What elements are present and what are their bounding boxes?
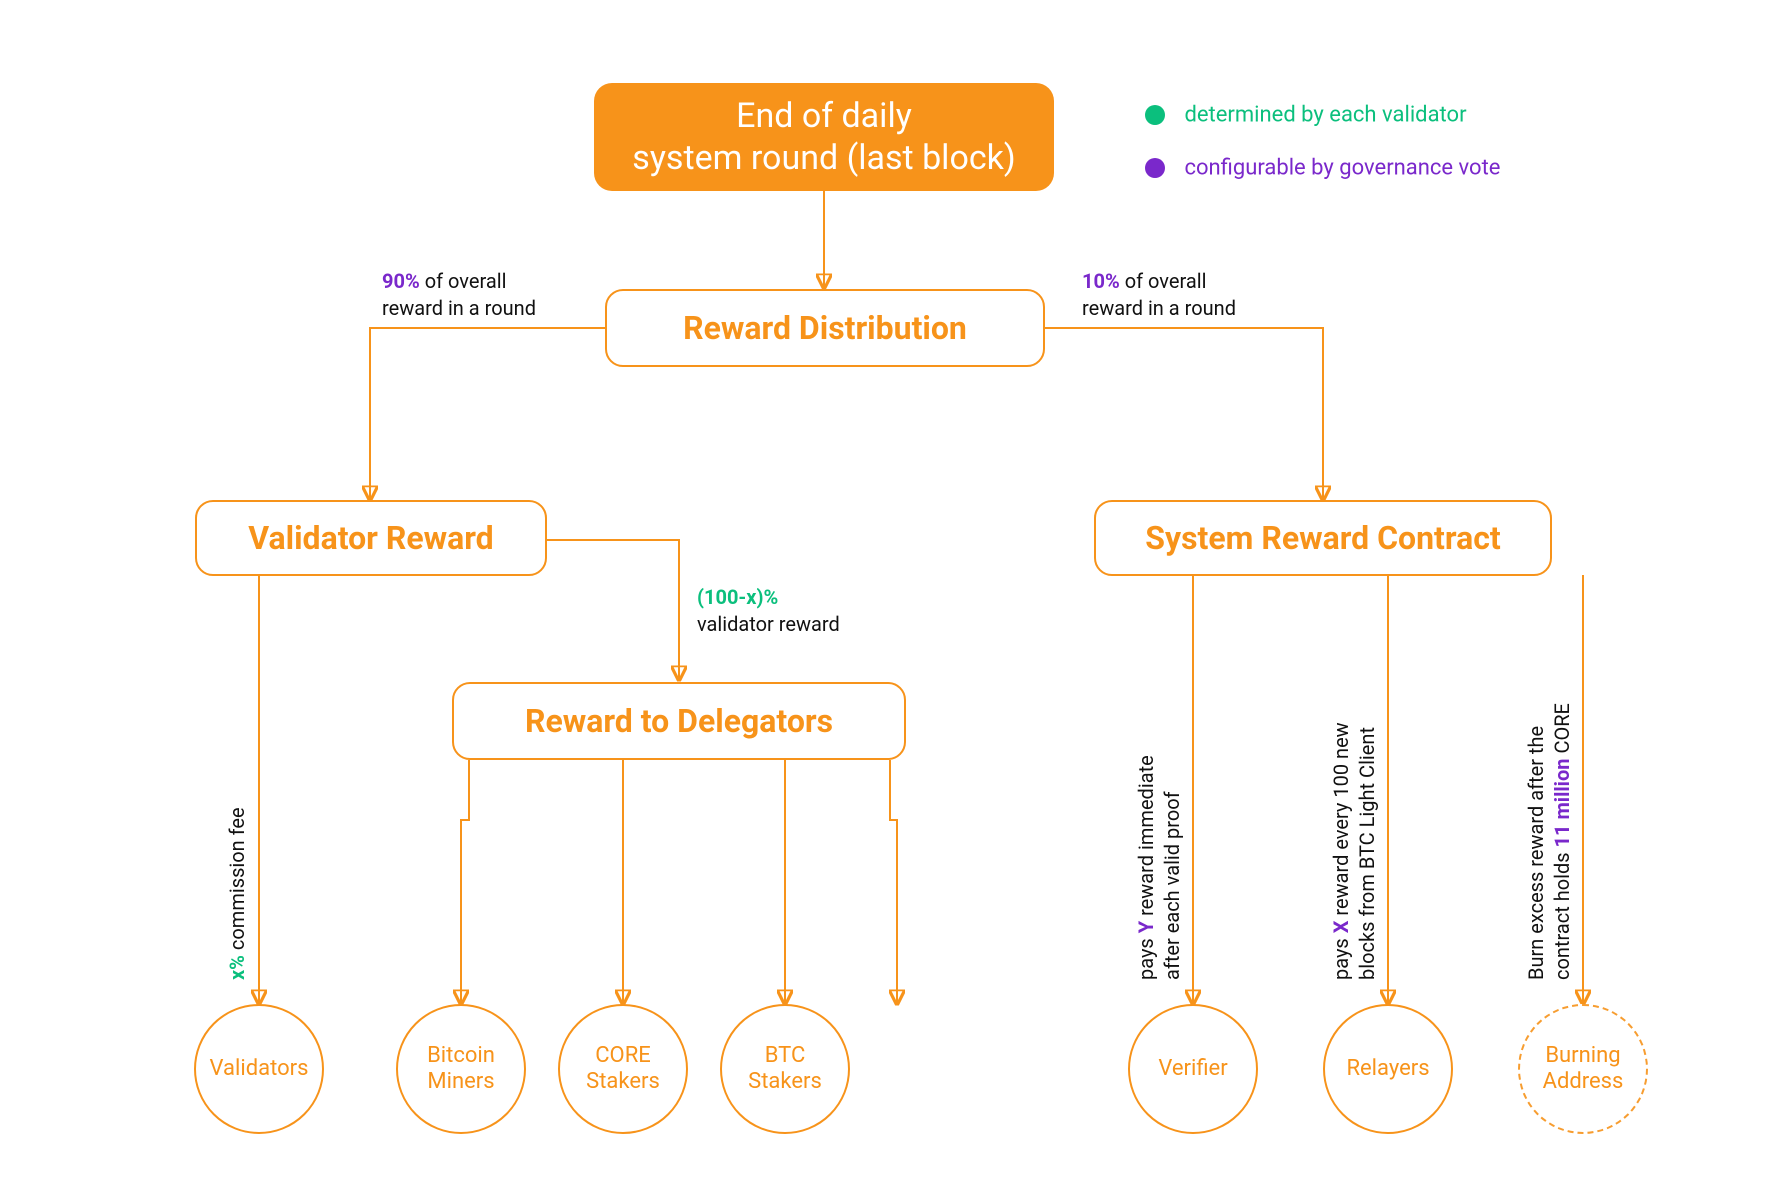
relayers-circle: Relayers (1323, 1004, 1453, 1134)
legend-purple-text: configurable by governance vote (1184, 156, 1500, 181)
legend-green: determined by each validator (1145, 102, 1467, 128)
burning-address-circle: Burning Address (1518, 1004, 1648, 1134)
commission-fee-label: x% commission fee (224, 807, 250, 980)
pct90-label: 90% of overall reward in a round (382, 268, 536, 322)
btc-stakers-circle: BTC Stakers (720, 1004, 850, 1134)
legend-purple: configurable by governance vote (1145, 155, 1500, 181)
core-stakers-circle: CORE Stakers (558, 1004, 688, 1134)
delegator-split-label: (100-x)% validator reward (697, 584, 840, 638)
verifier-label: pays Y reward immediate after each valid… (1133, 755, 1185, 980)
legend-green-text: determined by each validator (1184, 103, 1466, 128)
reward-to-delegators-node: Reward to Delegators (452, 682, 906, 760)
burning-label: Burn excess reward after the contract ho… (1523, 703, 1575, 980)
system-reward-contract-node: System Reward Contract (1094, 500, 1552, 576)
bitcoin-miners-circle: Bitcoin Miners (396, 1004, 526, 1134)
reward-distribution-node: Reward Distribution (605, 289, 1045, 367)
validators-circle: Validators (194, 1004, 324, 1134)
verifier-circle: Verifier (1128, 1004, 1258, 1134)
pct10-label: 10% of overall reward in a round (1082, 268, 1236, 322)
purple-dot-icon (1145, 158, 1165, 178)
validator-reward-node: Validator Reward (195, 500, 547, 576)
green-dot-icon (1145, 105, 1165, 125)
relayers-label: pays X reward every 100 new blocks from … (1328, 722, 1380, 980)
root-node: End of daily system round (last block) (594, 83, 1054, 191)
